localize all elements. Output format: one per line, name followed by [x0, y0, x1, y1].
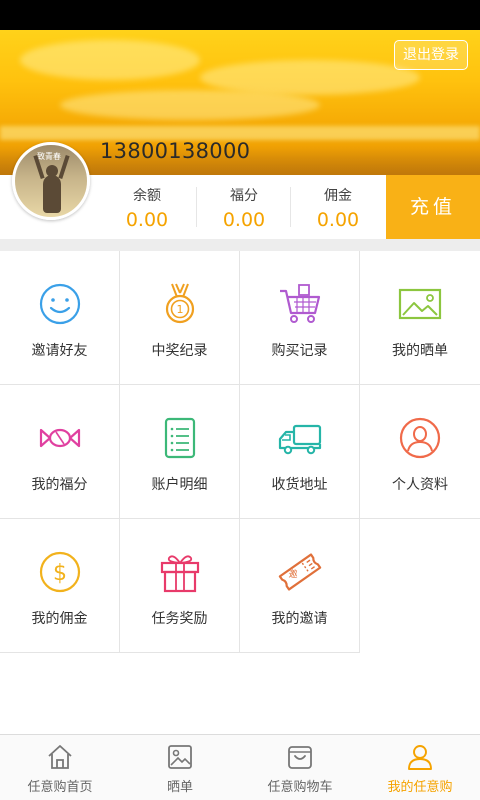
home-icon: [46, 743, 74, 771]
menu-item-label: 个人资料: [392, 477, 448, 493]
menu-item-win-records[interactable]: 1 中奖纪录: [120, 251, 240, 385]
cart-bag-icon: [286, 743, 314, 771]
menu-item-label: 账户明细: [151, 477, 208, 493]
shopping-cart-icon: [277, 281, 323, 327]
menu-item-purchase-records[interactable]: 购买记录: [240, 251, 360, 385]
tab-label: 任意购物车: [267, 780, 333, 795]
stat-value: 0.00: [125, 209, 169, 231]
phone-number: 13800138000: [100, 139, 251, 163]
tab-cart[interactable]: 任意购物车: [240, 735, 360, 800]
menu-item-label: 邀请好友: [31, 343, 88, 359]
menu-grid-empty-cell: [360, 519, 480, 653]
smiley-icon: [37, 281, 83, 327]
cloud-shape: [20, 40, 200, 80]
dollar-coin-icon: $: [37, 549, 83, 595]
logout-button[interactable]: 退出登录: [394, 40, 468, 70]
avatar-caption: 致青春: [37, 152, 61, 161]
tab-my-account[interactable]: 我的任意购: [360, 735, 480, 800]
status-bar: [0, 0, 480, 30]
user-icon: [406, 743, 434, 771]
tab-label: 我的任意购: [387, 780, 453, 795]
stat-balance[interactable]: 余额 0.00: [100, 175, 194, 239]
tab-label: 晒单: [166, 780, 193, 795]
menu-item-label: 任务奖励: [151, 611, 208, 627]
invite-ticket-icon: 邀: [277, 549, 323, 595]
tab-home[interactable]: 任意购首页: [0, 735, 120, 800]
avatar[interactable]: 致青春: [12, 142, 90, 220]
menu-item-label: 我的福分: [31, 477, 88, 493]
menu-item-profile[interactable]: 个人资料: [360, 385, 480, 519]
menu-item-task-rewards[interactable]: 任务奖励: [120, 519, 240, 653]
menu-item-label: 中奖纪录: [151, 343, 208, 359]
invite-badge: 邀: [288, 568, 297, 580]
stat-label: 佣金: [324, 188, 352, 204]
menu-item-label: 我的晒单: [392, 343, 448, 359]
menu-item-label: 我的邀请: [271, 611, 328, 627]
menu-item-label: 收货地址: [271, 477, 328, 493]
stat-label: 余额: [133, 188, 161, 204]
bottom-tab-bar: 任意购首页 晒单 任意购物车 我的任意购: [0, 734, 480, 800]
menu-item-shipping-address[interactable]: 收货地址: [240, 385, 360, 519]
menu-item-invite-friends[interactable]: 邀请好友: [0, 251, 120, 385]
avatar-figure-body: [43, 175, 61, 213]
recharge-button[interactable]: 充值: [386, 175, 480, 239]
menu-item-my-commission[interactable]: $ 我的佣金: [0, 519, 120, 653]
candy-icon: [37, 415, 83, 461]
medal-icon: 1: [157, 281, 203, 327]
menu-item-my-points[interactable]: 我的福分: [0, 385, 120, 519]
stat-points[interactable]: 福分 0.00: [197, 175, 291, 239]
tab-shares[interactable]: 晒单: [120, 735, 240, 800]
gift-icon: [157, 549, 203, 595]
person-icon: [397, 415, 443, 461]
truck-icon: [277, 415, 323, 461]
stat-label: 福分: [230, 188, 258, 204]
menu-item-my-invitations[interactable]: 邀 我的邀请: [240, 519, 360, 653]
horizon-haze: [0, 126, 480, 140]
photo-icon: [166, 743, 194, 771]
picture-icon: [397, 281, 443, 327]
menu-item-label: 我的佣金: [31, 611, 88, 627]
stat-commission[interactable]: 佣金 0.00: [291, 175, 385, 239]
cloud-shape: [60, 90, 320, 120]
cloud-shape: [200, 60, 420, 95]
menu-item-label: 购买记录: [271, 343, 328, 359]
stat-value: 0.00: [316, 209, 360, 231]
svg-text:$: $: [53, 561, 67, 586]
section-separator: [0, 239, 480, 251]
list-document-icon: [157, 415, 203, 461]
stat-value: 0.00: [222, 209, 266, 231]
menu-item-account-details[interactable]: 账户明细: [120, 385, 240, 519]
svg-text:1: 1: [177, 303, 184, 316]
menu-item-my-shares[interactable]: 我的晒单: [360, 251, 480, 385]
menu-grid: 邀请好友 1 中奖纪录 购买记录 我的晒单 我的福分 账户明细 收货地址 个人资…: [0, 251, 480, 654]
tab-label: 任意购首页: [27, 780, 93, 795]
